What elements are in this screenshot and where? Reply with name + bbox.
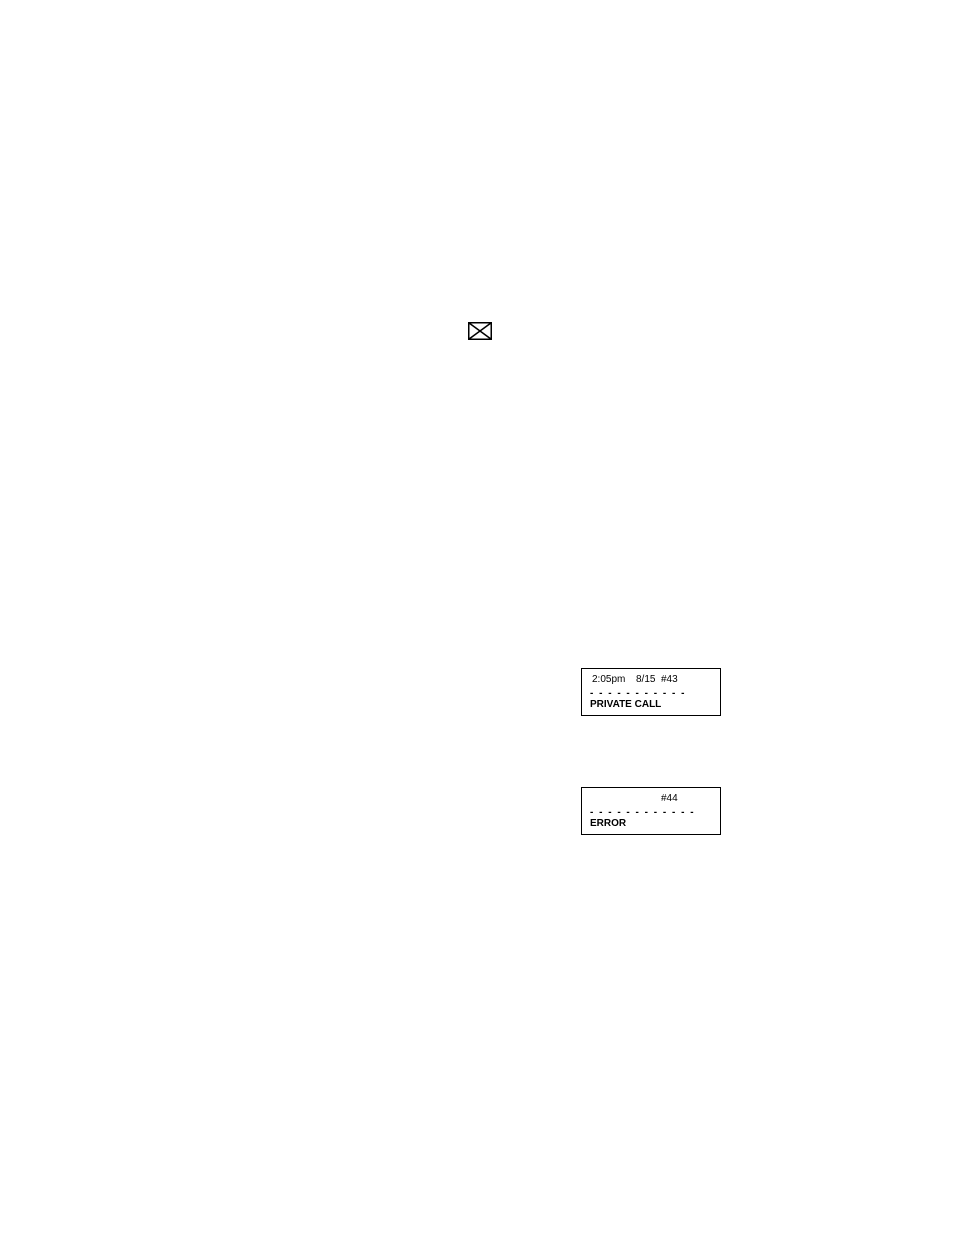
call-date: 8/15 [636,674,655,686]
display-dashes: - - - - - - - - - - - [590,689,686,699]
display-label: PRIVATE CALL [590,700,661,710]
call-number: #43 [661,674,678,686]
caller-id-display-private: 2:05pm 8/15 #43 - - - - - - - - - - - PR… [581,668,721,716]
display-dashes: - - - - - - - - - - - - [590,808,695,818]
envelope-icon [468,322,492,340]
call-time: 2:05pm [592,674,625,686]
caller-id-display-error: #44 - - - - - - - - - - - - ERROR [581,787,721,835]
display-label: ERROR [590,819,626,829]
call-number: #44 [661,793,678,805]
